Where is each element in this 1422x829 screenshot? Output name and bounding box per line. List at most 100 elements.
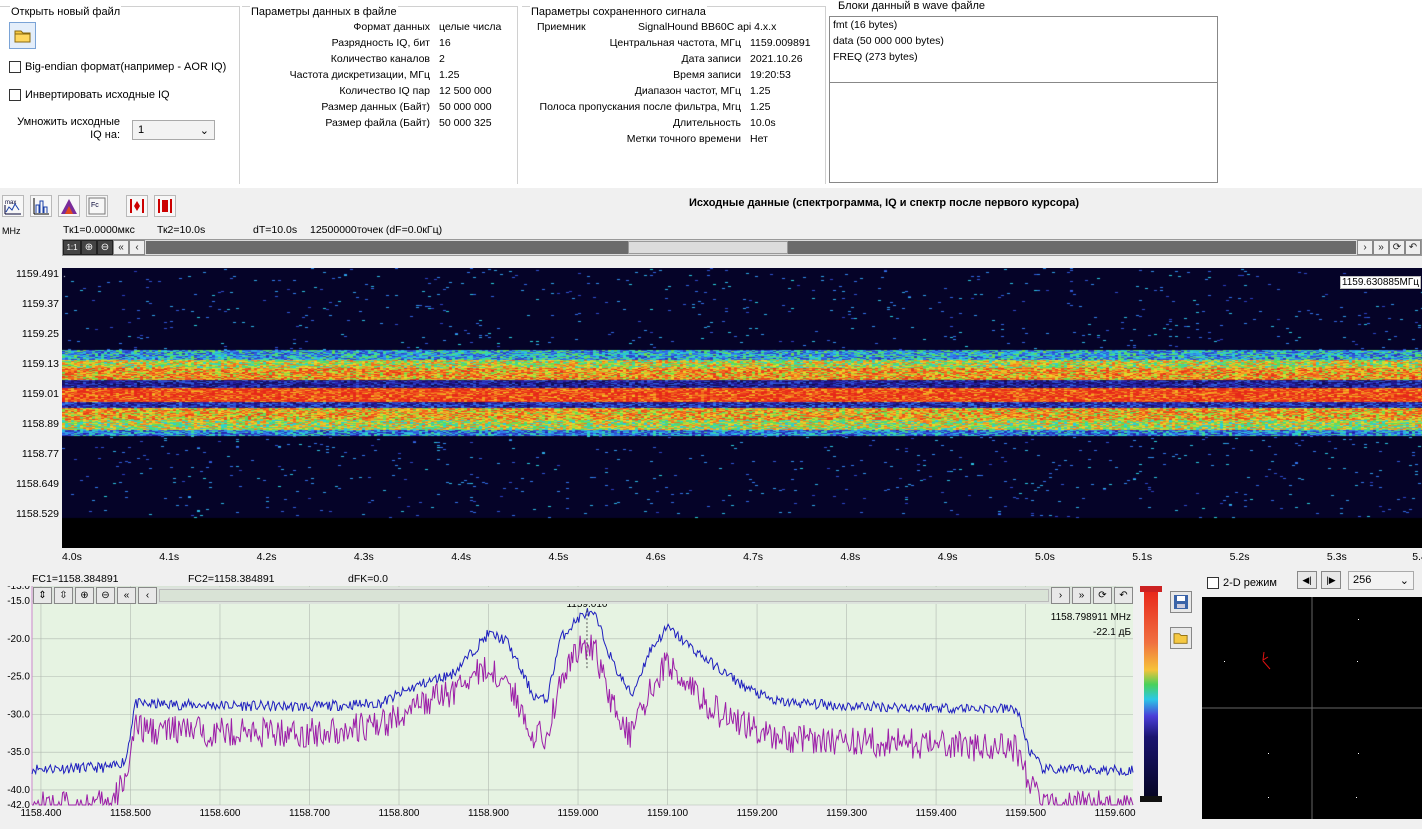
scroll-track[interactable] (146, 241, 1356, 254)
checkbox-box[interactable] (9, 61, 21, 73)
iq-constellation[interactable] (1202, 597, 1422, 819)
signal-param-key: Центральная частота, МГц (609, 37, 741, 49)
spectro-y-tick: 1159.37 (21, 298, 59, 310)
max-view-button[interactable]: max (2, 195, 24, 217)
tk2-label: Тк2=10.0s (157, 224, 206, 236)
spectrum-icon (61, 199, 77, 214)
signal-param-row: Метки точного времени Нет (531, 131, 811, 147)
y-tick-label: -13.0 (7, 586, 30, 592)
receiver-row: Приемник SignalHound BB60C api 4.x.x (537, 19, 776, 35)
spectro-y-tick: 1158.89 (21, 418, 59, 430)
refresh-icon[interactable]: ⟳ (1389, 240, 1405, 255)
dt-label: dT=10.0s (253, 224, 298, 236)
signal-param-row: Дата записи 2021.10.26 (531, 51, 811, 67)
spectrum-scrollbar[interactable]: ⇕ ⇳ ⊕ ⊖ « ‹ › » ⟳ ↶ (33, 587, 1133, 604)
signal-param-value: 19:20:53 (750, 69, 791, 81)
x-tick-label: 1159.000 (558, 808, 599, 819)
multiply-select[interactable]: 1 ⌄ (132, 120, 215, 140)
spectro-x-tick: 4.1s (159, 551, 180, 563)
x-tick-label: 1158.900 (468, 808, 509, 819)
histogram-icon (33, 198, 49, 215)
iq-points-select[interactable]: 256 ⌄ (1348, 571, 1414, 590)
signal-param-row: Полоса пропускания после фильтра, Мгц 1.2… (531, 99, 811, 115)
2d-mode-label: 2-D режим (1223, 577, 1277, 589)
settings-panel: Открыть новый файл Big-endian формат(нап… (0, 0, 1422, 188)
undo-icon[interactable]: ↶ (1114, 587, 1133, 604)
cursor-marker-icon (158, 199, 172, 213)
open-file-button[interactable] (9, 22, 36, 49)
signal-param-value: 2021.10.26 (750, 53, 803, 65)
checkbox-box[interactable] (1207, 577, 1219, 589)
x-tick-label: 1159.600 (1095, 808, 1136, 819)
spectrum-color-button[interactable] (58, 195, 80, 217)
scroll-first-icon[interactable]: « (113, 240, 129, 255)
spectrogram-canvas[interactable] (62, 268, 1422, 548)
scroll-right-icon[interactable]: › (1051, 587, 1070, 604)
step-forward-icon: |▶ (1326, 574, 1336, 585)
cursor-right-button[interactable] (154, 195, 176, 217)
scroll-left-icon[interactable]: ‹ (129, 240, 145, 255)
zoom-in-icon[interactable]: ⊕ (81, 240, 97, 255)
vertical-fit-icon[interactable]: ⇕ (33, 587, 52, 604)
scroll-right-icon[interactable]: › (1357, 240, 1373, 255)
bigendian-checkbox[interactable]: Big-endian формат(например - AOR IQ) (9, 61, 226, 73)
scroll-last-icon[interactable]: » (1072, 587, 1091, 604)
block-item-freq[interactable]: FREQ (273 bytes) (833, 51, 918, 63)
file-param-row: Частота дискретизации, МГц 1.25 (250, 67, 501, 83)
color-scale-bar[interactable] (1140, 586, 1162, 804)
one-to-one-button[interactable]: 1:1 (63, 240, 81, 255)
block-item-fmt[interactable]: fmt (16 bytes) (833, 19, 897, 31)
scroll-last-icon[interactable]: » (1373, 240, 1389, 255)
zoom-out-icon[interactable]: ⊖ (96, 587, 115, 604)
prev-frame-button[interactable]: ◀| (1297, 571, 1317, 589)
open-button[interactable] (1170, 627, 1192, 649)
auto-scale-icon[interactable]: ⇳ (54, 587, 73, 604)
x-tick-label: 1158.700 (289, 808, 330, 819)
time-scrollbar[interactable]: 1:1 ⊕ ⊖ « ‹ › » ⟳ ↶ (62, 239, 1422, 256)
next-frame-button[interactable]: |▶ (1321, 571, 1341, 589)
zoom-out-icon[interactable]: ⊖ (97, 240, 113, 255)
file-param-key: Размер файла (Байт) (325, 117, 430, 129)
spectrum-chart[interactable]: -13.0-15.0-20.0-25.0-30.0-35.0-40.0-42.0… (0, 586, 1136, 826)
file-params-title: Параметры данных в файле (250, 6, 398, 19)
receiver-label: Приемник (537, 21, 586, 33)
cursor-left-button[interactable] (126, 195, 148, 217)
signal-param-key: Длительность (672, 117, 741, 129)
undo-icon[interactable]: ↶ (1405, 240, 1421, 255)
scroll-left-icon[interactable]: ‹ (138, 587, 157, 604)
fc-settings-button[interactable]: Fc (86, 195, 108, 217)
y-tick-label: -15.0 (7, 596, 30, 607)
checkbox-box[interactable] (9, 89, 21, 101)
scroll-first-icon[interactable]: « (117, 587, 136, 604)
file-param-key: Размер данных (Байт) (321, 101, 430, 113)
x-tick-label: 1158.600 (199, 808, 240, 819)
iq-vector-arrow (1262, 651, 1271, 670)
max-chart-icon: max (4, 200, 21, 215)
svg-text:Fc: Fc (91, 202, 99, 209)
folder-icon (14, 30, 30, 42)
x-tick-label: 1159.100 (647, 808, 688, 819)
spectro-x-tick: 4.3s (353, 551, 374, 563)
spectrum-scroll-track[interactable] (159, 589, 1049, 602)
signal-param-value: 1159.009891 (750, 37, 811, 49)
spectro-x-tick: 4.9s (937, 551, 958, 563)
save-button[interactable] (1170, 591, 1192, 613)
multiply-label: Умножить исходные IQ на: (17, 116, 120, 141)
blocks-listbox[interactable]: fmt (16 bytes) data (50 000 000 bytes) F… (829, 16, 1218, 183)
y-tick-label: -25.0 (7, 672, 30, 683)
spectro-x-tick: 4.6s (645, 551, 666, 563)
zoom-in-icon[interactable]: ⊕ (75, 587, 94, 604)
spectro-x-tick: 4.8s (840, 551, 861, 563)
signal-param-row: Диапазон частот, МГц 1.25 (531, 83, 811, 99)
signal-param-key: Дата записи (681, 53, 742, 65)
signal-param-value: Нет (750, 133, 768, 145)
spectro-x-tick: 5.0s (1035, 551, 1055, 563)
block-item-data[interactable]: data (50 000 000 bytes) (833, 35, 944, 47)
refresh-icon[interactable]: ⟳ (1093, 587, 1112, 604)
histogram-button[interactable] (30, 195, 52, 217)
scroll-thumb[interactable] (628, 241, 788, 254)
2d-mode-checkbox[interactable]: 2-D режим (1207, 577, 1277, 589)
y-tick-label: -35.0 (7, 747, 30, 758)
invert-checkbox[interactable]: Инвертировать исходные IQ (9, 89, 170, 101)
file-params-list: Формат данных целые числа Разрядность IQ, … (250, 19, 502, 131)
